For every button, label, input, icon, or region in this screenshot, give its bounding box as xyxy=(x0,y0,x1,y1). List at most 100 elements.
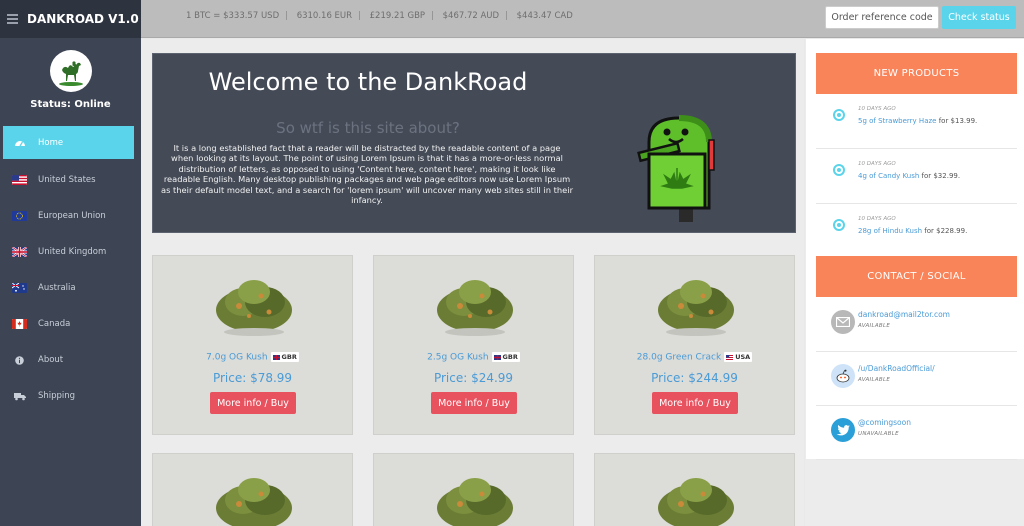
order-reference-input[interactable]: Order reference code xyxy=(825,6,939,29)
product-name[interactable]: 28.0g Green Crack USA xyxy=(595,352,794,363)
sidebar-item-united-states[interactable]: United States xyxy=(0,162,141,198)
clock-icon xyxy=(833,219,845,231)
product-card: 7.0g OG Kush GBR Price: $78.99 More info … xyxy=(152,255,353,435)
eu-flag-icon xyxy=(11,211,28,222)
hero-subtitle: So wtf is this site about? xyxy=(276,119,460,137)
product-name-text[interactable]: 7.0g OG Kush xyxy=(206,353,267,363)
sidebar-nav: Home United States European Union United… xyxy=(0,126,141,414)
news-time: 10 DAYS AGO xyxy=(858,106,896,112)
product-card xyxy=(373,453,574,526)
sidebar-item-label: United States xyxy=(38,175,96,185)
hamburger-menu-icon[interactable] xyxy=(7,14,18,24)
sidebar-item-home[interactable]: Home xyxy=(3,126,134,159)
brand-bar: DANKROAD V1.0 xyxy=(0,0,141,38)
product-name[interactable]: 7.0g OG Kush GBR xyxy=(153,352,352,363)
more-info-buy-button[interactable]: More info / Buy xyxy=(431,392,517,414)
clock-icon xyxy=(833,164,845,176)
clock-icon xyxy=(833,109,845,121)
new-products-heading: NEW PRODUCTS xyxy=(816,53,1017,94)
news-link[interactable]: 5g of Strawberry Haze xyxy=(858,117,936,125)
news-time: 10 DAYS AGO xyxy=(858,161,896,167)
contact-status: AVAILABLE xyxy=(858,323,891,329)
status-online: Status: Online xyxy=(30,99,111,110)
news-link[interactable]: 4g of Candy Kush xyxy=(858,172,919,180)
news-suffix: for $228.99. xyxy=(922,227,968,235)
us-flag-icon xyxy=(11,175,28,186)
divider: | xyxy=(358,11,361,21)
sidebar-item-label: Australia xyxy=(38,283,76,293)
contact-heading: CONTACT / SOCIAL xyxy=(816,256,1017,297)
contact-item: /u/DankRoadOfficial/ AVAILABLE xyxy=(816,352,1017,406)
sidebar-item-australia[interactable]: Australia xyxy=(0,270,141,306)
right-panel: NEW PRODUCTS 10 DAYS AGO 5g of Strawberr… xyxy=(805,39,1024,526)
product-name-text[interactable]: 2.5g OG Kush xyxy=(427,353,488,363)
camel-logo-icon xyxy=(49,50,92,92)
contact-link[interactable]: /u/DankRoadOfficial/ xyxy=(858,364,935,373)
ca-flag-icon xyxy=(11,319,28,330)
dashboard-icon xyxy=(11,137,28,148)
rate-eur: 6310.16 EUR xyxy=(296,11,353,21)
sidebar-item-canada[interactable]: Canada xyxy=(0,306,141,342)
cannabis-bud-image xyxy=(658,280,734,336)
brand-title: DANKROAD V1.0 xyxy=(27,12,139,26)
origin-code: GBR xyxy=(502,353,518,361)
contact-link[interactable]: @comingsoon xyxy=(858,418,911,427)
uk-flag-icon xyxy=(11,247,28,258)
product-card xyxy=(594,453,795,526)
news-suffix: for $13.99. xyxy=(936,117,978,125)
sidebar-item-united-kingdom[interactable]: United Kingdom xyxy=(0,234,141,270)
news-text: 4g of Candy Kush for $32.99. xyxy=(858,172,960,180)
sidebar-item-label: Shipping xyxy=(38,391,76,401)
cannabis-bud-image xyxy=(658,478,734,526)
sidebar-item-label: European Union xyxy=(38,211,106,221)
more-info-buy-button[interactable]: More info / Buy xyxy=(210,392,296,414)
cannabis-bud-image xyxy=(437,280,513,336)
info-icon xyxy=(11,355,28,366)
origin-code: GBR xyxy=(281,353,297,361)
sidebar-item-label: Canada xyxy=(38,319,71,329)
sidebar-item-label: United Kingdom xyxy=(38,247,107,257)
news-item: 10 DAYS AGO 5g of Strawberry Haze for $1… xyxy=(816,95,1017,149)
mail-icon xyxy=(831,310,855,334)
contact-link[interactable]: dankroad@mail2tor.com xyxy=(858,310,950,319)
truck-icon xyxy=(11,391,28,402)
cannabis-bud-image xyxy=(216,478,292,526)
au-flag-icon xyxy=(11,283,28,294)
check-status-button[interactable]: Check status xyxy=(942,6,1016,29)
news-suffix: for $32.99. xyxy=(919,172,961,180)
welcome-banner: Welcome to the DankRoad So wtf is this s… xyxy=(152,53,796,233)
news-link[interactable]: 28g of Hindu Kush xyxy=(858,227,922,235)
product-name[interactable]: 2.5g OG Kush GBR xyxy=(374,352,573,363)
product-card xyxy=(152,453,353,526)
sidebar-item-label: About xyxy=(38,355,64,365)
contact-status: UNAVAILABLE xyxy=(858,431,899,437)
news-item: 10 DAYS AGO 4g of Candy Kush for $32.99. xyxy=(816,150,1017,204)
reddit-icon xyxy=(831,364,855,388)
topbar: 1 BTC = $333.57 USD | 6310.16 EUR | £219.2… xyxy=(141,0,1024,38)
sidebar-item-about[interactable]: About xyxy=(0,342,141,378)
origin-badge: USA xyxy=(724,352,753,362)
sidebar-item-european-union[interactable]: European Union xyxy=(0,198,141,234)
more-info-buy-button[interactable]: More info / Buy xyxy=(652,392,738,414)
rate-cad: $443.47 CAD xyxy=(516,11,573,21)
news-text: 5g of Strawberry Haze for $13.99. xyxy=(858,117,977,125)
main-content: Welcome to the DankRoad So wtf is this s… xyxy=(141,39,804,526)
product-price: Price: $244.99 xyxy=(651,371,738,385)
contact-item: @comingsoon UNAVAILABLE xyxy=(816,406,1017,460)
hero-text: It is a long established fact that a rea… xyxy=(161,143,573,206)
news-item: 10 DAYS AGO 28g of Hindu Kush for $228.9… xyxy=(816,205,1017,259)
cannabis-bud-image xyxy=(437,478,513,526)
rate-gbp: £219.21 GBP xyxy=(369,11,426,21)
news-time: 10 DAYS AGO xyxy=(858,216,896,222)
product-price: Price: $24.99 xyxy=(433,371,514,385)
product-price: Price: $78.99 xyxy=(212,371,293,385)
news-text: 28g of Hindu Kush for $228.99. xyxy=(858,227,967,235)
mailbox-mascot-icon xyxy=(635,112,735,226)
contact-item: dankroad@mail2tor.com AVAILABLE xyxy=(816,298,1017,352)
product-name-text[interactable]: 28.0g Green Crack xyxy=(637,353,721,363)
origin-badge: GBR xyxy=(270,352,299,362)
sidebar: DANKROAD V1.0 Status: Online Home United… xyxy=(0,0,141,526)
sidebar-item-shipping[interactable]: Shipping xyxy=(0,378,141,414)
divider: | xyxy=(285,11,288,21)
sidebar-item-label: Home xyxy=(38,137,64,148)
